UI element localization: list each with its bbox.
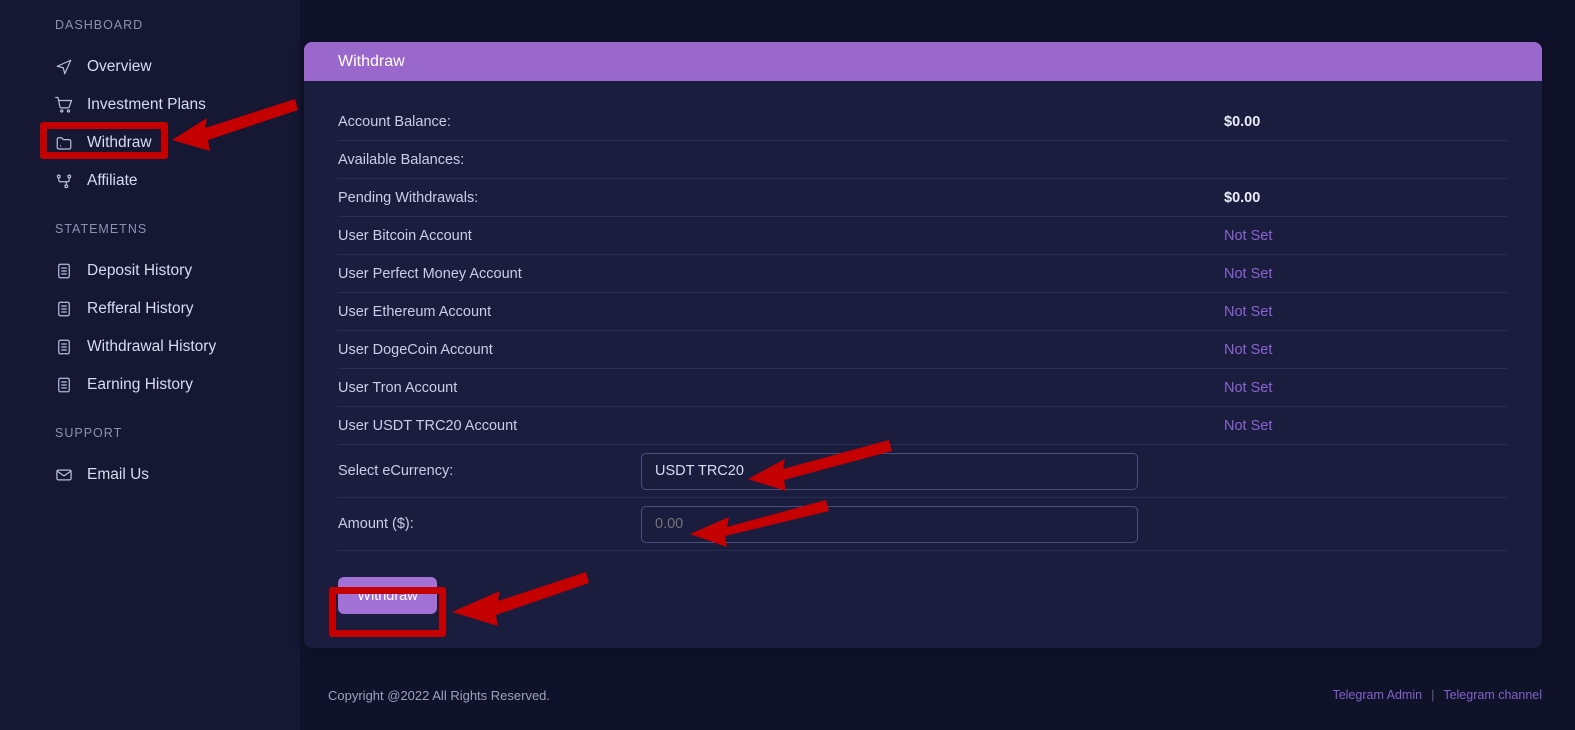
sidebar-item-refferal-history[interactable]: Refferal History [0,290,300,328]
row-label: User DogeCoin Account [338,341,493,358]
table-row: User Tron Account Not Set [338,369,1508,407]
sidebar-item-deposit-history[interactable]: Deposit History [0,252,300,290]
status-badge: Not Set [1224,341,1273,358]
sidebar-section-title-dashboard: DASHBOARD [55,18,144,32]
share-network-icon [55,172,73,190]
document-list-icon [55,262,73,280]
withdraw-button[interactable]: Withdraw [338,577,437,614]
row-label: User Tron Account [338,379,458,396]
amount-label: Amount ($): [338,516,414,532]
table-row: Pending Withdrawals: $0.00 [338,179,1508,217]
table-row: Available Balances: [338,141,1508,179]
table-row: User DogeCoin Account Not Set [338,331,1508,369]
currency-form-row: Select eCurrency: USDT TRC20 [338,445,1508,498]
table-row: User Perfect Money Account Not Set [338,255,1508,293]
sidebar-item-label: Deposit History [87,262,193,279]
table-row: Account Balance: $0.00 [338,103,1508,141]
sidebar-item-earning-history[interactable]: Earning History [0,366,300,404]
table-row: User Ethereum Account Not Set [338,293,1508,331]
status-badge: Not Set [1224,227,1273,244]
envelope-icon [55,466,73,484]
sidebar-item-overview[interactable]: Overview [0,48,300,86]
currency-label: Select eCurrency: [338,463,454,479]
page-title: Withdraw [338,52,405,70]
sidebar-item-label: Email Us [87,466,150,483]
row-label: User Ethereum Account [338,303,492,320]
table-row: User USDT TRC20 Account Not Set [338,407,1508,445]
status-badge: Not Set [1224,417,1273,434]
sidebar-item-label: Investment Plans [87,96,206,113]
sidebar-item-email-us[interactable]: Email Us [0,456,300,494]
sidebar-item-label: Affiliate [87,172,138,189]
telegram-admin-link[interactable]: Telegram Admin [1332,688,1422,702]
status-badge: Not Set [1224,303,1273,320]
document-list-icon [55,300,73,318]
sidebar-section-title-support: SUPPORT [55,426,123,440]
status-badge: Not Set [1224,379,1273,396]
footer-links: Telegram Admin | Telegram channel [1332,688,1542,702]
panel-header: Withdraw [304,42,1542,81]
navigation-arrow-icon [55,58,73,76]
withdraw-page: DASHBOARD Overview Investment Plans With… [0,0,1575,730]
sidebar-item-withdraw[interactable]: Withdraw [0,124,300,162]
row-label: User Perfect Money Account [338,265,522,282]
folder-icon [55,134,73,152]
sidebar-section-title-statements: STATEMETNS [55,222,148,236]
footer: Copyright @2022 All Rights Reserved. Tel… [304,678,1542,712]
status-badge: Not Set [1224,265,1273,282]
sidebar-item-label: Refferal History [87,300,194,317]
panel-body: Account Balance: $0.00 Available Balance… [304,81,1542,648]
table-row: User Bitcoin Account Not Set [338,217,1508,255]
telegram-channel-link[interactable]: Telegram channel [1443,688,1542,702]
row-label: Pending Withdrawals: [338,189,479,206]
footer-separator: | [1431,688,1435,702]
row-value: $0.00 [1224,113,1261,130]
row-label: Available Balances: [338,151,465,168]
row-value: $0.00 [1224,189,1261,206]
shopping-cart-icon [55,96,73,114]
sidebar-item-label: Overview [87,58,152,75]
sidebar-item-withdrawal-history[interactable]: Withdrawal History [0,328,300,366]
withdraw-panel: Withdraw Account Balance: $0.00 Availabl… [304,42,1542,648]
copyright-text: Copyright @2022 All Rights Reserved. [328,687,551,703]
currency-select[interactable]: USDT TRC20 [641,452,1138,490]
row-label: User Bitcoin Account [338,227,472,244]
sidebar-item-label: Withdraw [87,134,152,151]
sidebar-item-investment-plans[interactable]: Investment Plans [0,86,300,124]
sidebar-item-label: Earning History [87,376,193,393]
sidebar-item-label: Withdrawal History [87,338,217,355]
amount-form-row: Amount ($): [338,498,1508,551]
document-list-icon [55,376,73,394]
amount-input[interactable] [641,505,1138,543]
submit-area: Withdraw [338,551,1508,614]
sidebar: DASHBOARD Overview Investment Plans With… [0,0,300,730]
row-label: User USDT TRC20 Account [338,417,518,434]
currency-selected-value: USDT TRC20 [655,463,744,479]
sidebar-item-affiliate[interactable]: Affiliate [0,162,300,200]
row-label: Account Balance: [338,113,451,130]
document-list-icon [55,338,73,356]
